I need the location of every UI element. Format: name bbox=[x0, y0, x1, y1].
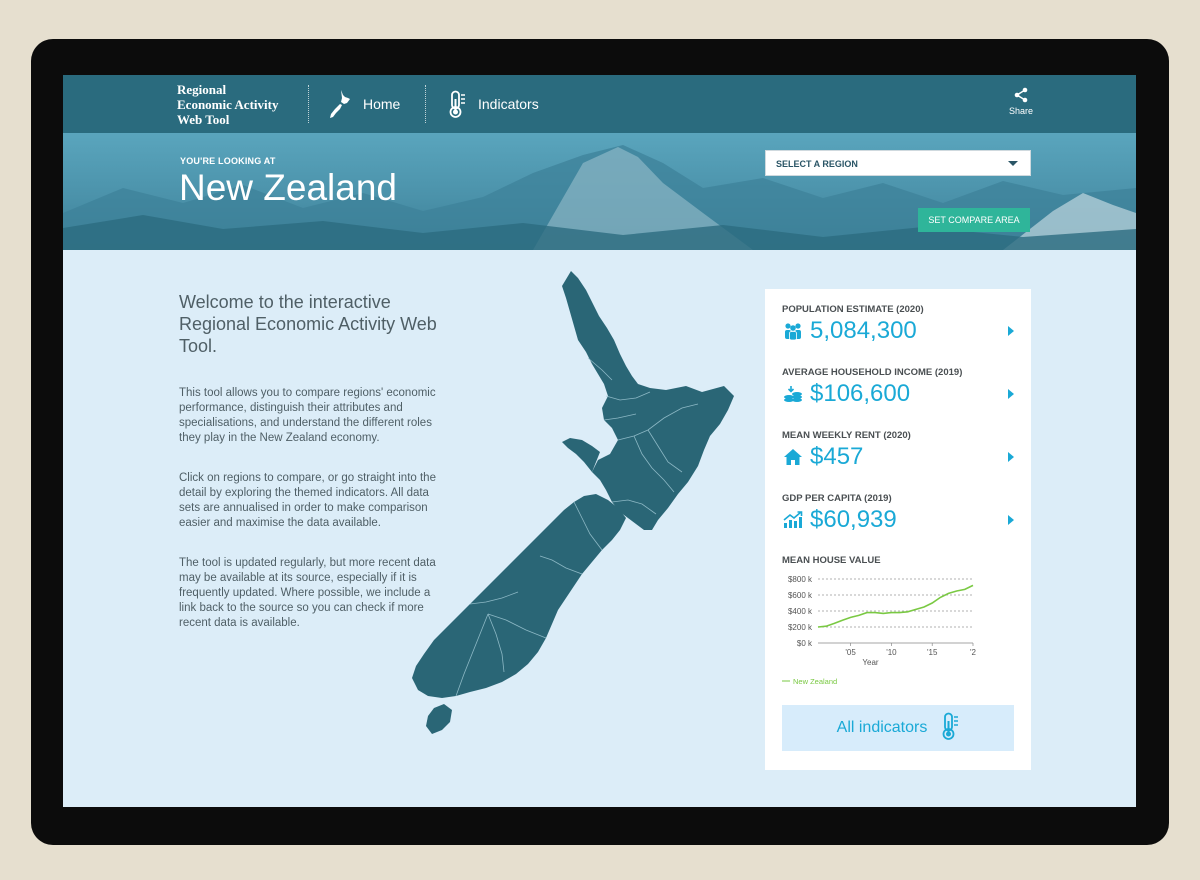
people-icon bbox=[782, 320, 804, 342]
stat-population[interactable]: POPULATION ESTIMATE (2020) 5,084,300 bbox=[782, 304, 1020, 344]
thermometer-icon bbox=[448, 90, 466, 118]
chevron-right-icon[interactable] bbox=[1008, 515, 1014, 525]
stat-label: MEAN WEEKLY RENT (2020) bbox=[782, 430, 911, 441]
nz-map-icon bbox=[329, 89, 351, 119]
stat-value: $60,939 bbox=[810, 506, 897, 533]
nav-divider bbox=[308, 85, 309, 123]
stat-gdp-per-capita[interactable]: GDP PER CAPITA (2019) $60,939 bbox=[782, 493, 1020, 533]
chart-y-tick-label: $800 k bbox=[788, 575, 813, 584]
region-select-placeholder: SELECT A REGION bbox=[776, 159, 858, 169]
nav-divider bbox=[425, 85, 426, 123]
nav-indicators-label: Indicators bbox=[478, 96, 539, 112]
chevron-right-icon[interactable] bbox=[1008, 389, 1014, 399]
chart-y-tick-label: $600 k bbox=[788, 591, 813, 600]
hero-kicker: YOU'RE LOOKING AT bbox=[180, 156, 276, 166]
app-screen: Regional Economic Activity Web Tool Home bbox=[63, 75, 1136, 807]
share-button[interactable]: Share bbox=[1005, 87, 1037, 116]
caret-down-icon bbox=[1008, 161, 1018, 166]
chart-x-tick-label: '05 bbox=[845, 648, 856, 657]
coins-icon bbox=[782, 383, 804, 405]
chart-x-tick-label: '10 bbox=[886, 648, 897, 657]
brand-line-1: Regional bbox=[177, 82, 227, 97]
key-stats-panel: POPULATION ESTIMATE (2020) 5,084,300 AVE… bbox=[765, 289, 1031, 770]
share-icon bbox=[1005, 87, 1037, 103]
chart-y-tick-label: $0 k bbox=[797, 639, 813, 648]
map-taranaki[interactable] bbox=[562, 438, 600, 472]
map-stewart-island[interactable] bbox=[426, 704, 452, 734]
map-south-island[interactable] bbox=[412, 494, 626, 698]
chart-y-tick-label: $400 k bbox=[788, 607, 813, 616]
stat-label: AVERAGE HOUSEHOLD INCOME (2019) bbox=[782, 367, 963, 378]
stat-label: POPULATION ESTIMATE (2020) bbox=[782, 304, 924, 315]
stat-value: $106,600 bbox=[810, 380, 911, 407]
brand-line-3: Web Tool bbox=[177, 112, 230, 127]
nav-home[interactable]: Home bbox=[329, 88, 400, 120]
nav-home-label: Home bbox=[363, 96, 401, 112]
stat-value: $457 bbox=[810, 443, 864, 470]
all-indicators-button[interactable]: All indicators bbox=[782, 705, 1014, 751]
chart-x-tick-label: '2 bbox=[970, 648, 977, 657]
chart-x-axis-label: Year bbox=[862, 658, 879, 667]
chart-title: MEAN HOUSE VALUE bbox=[782, 555, 881, 566]
house-value-chart: $0 k $200 k $400 k $600 k $800 k '05 '10 '15 '2 Y… bbox=[782, 575, 977, 686]
chart-series-line bbox=[817, 584, 974, 628]
hero-banner: YOU'RE LOOKING AT New Zealand SELECT A R… bbox=[63, 133, 1136, 250]
map-north-island[interactable] bbox=[562, 271, 734, 530]
stat-value: 5,084,300 bbox=[810, 317, 917, 344]
house-icon bbox=[782, 446, 804, 468]
chevron-right-icon[interactable] bbox=[1008, 452, 1014, 462]
stat-household-income[interactable]: AVERAGE HOUSEHOLD INCOME (2019) $106,600 bbox=[782, 367, 1020, 407]
chart-x-tick-label: '15 bbox=[927, 648, 938, 657]
nz-region-map bbox=[412, 271, 734, 734]
brand-logo[interactable]: Regional Economic Activity Web Tool bbox=[177, 82, 278, 127]
chevron-right-icon[interactable] bbox=[1008, 326, 1014, 336]
thermometer-icon bbox=[941, 712, 959, 745]
chart-y-tick-label: $200 k bbox=[788, 623, 813, 632]
stat-label: GDP PER CAPITA (2019) bbox=[782, 493, 892, 504]
nav-indicators[interactable]: Indicators bbox=[448, 88, 539, 120]
chart-legend-label: New Zealand bbox=[793, 677, 837, 686]
page-title: New Zealand bbox=[179, 167, 398, 208]
growth-chart-icon bbox=[782, 509, 804, 531]
set-compare-area-button[interactable]: SET COMPARE AREA bbox=[918, 208, 1030, 232]
region-select-dropdown[interactable]: SELECT A REGION bbox=[765, 150, 1031, 176]
brand-line-2: Economic Activity bbox=[177, 97, 279, 112]
stat-weekly-rent[interactable]: MEAN WEEKLY RENT (2020) $457 bbox=[782, 430, 1020, 470]
share-label: Share bbox=[1008, 106, 1034, 116]
top-navigation: Regional Economic Activity Web Tool Home bbox=[63, 75, 1136, 133]
all-indicators-label: All indicators bbox=[836, 719, 928, 736]
